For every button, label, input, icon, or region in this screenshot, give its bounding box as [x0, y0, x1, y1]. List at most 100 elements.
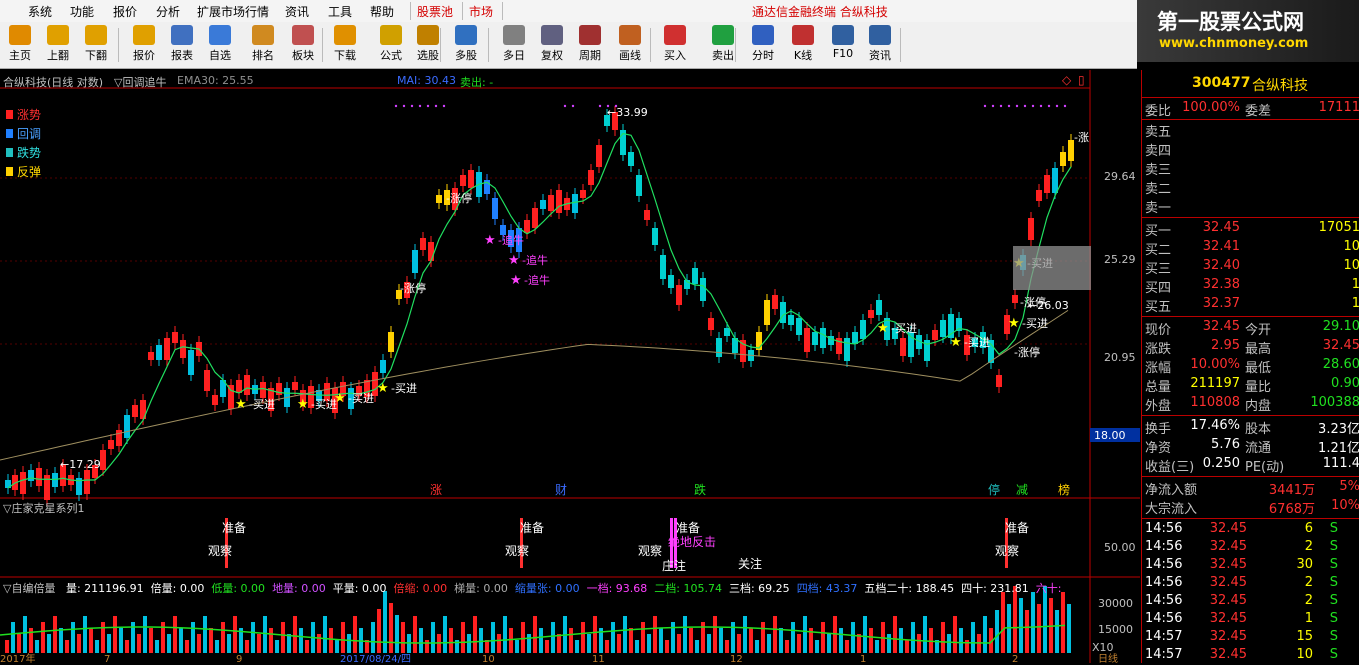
ask-row[interactable]: 卖一	[1142, 197, 1359, 216]
toolbar-button-buy[interactable]: 买入	[655, 24, 695, 66]
toolbar-button-home[interactable]: 主页	[0, 24, 40, 66]
toolbar-button-arrow-down[interactable]: 下翻	[76, 24, 116, 66]
stat-label: 流通	[1245, 441, 1272, 456]
kline-chart[interactable]: 29.6425.2920.9518.00←33.99←17.29←26.03★ -…	[0, 70, 1140, 663]
volume-bar	[815, 640, 819, 653]
ask-label: 卖三	[1145, 163, 1172, 178]
volume-bar	[773, 616, 777, 653]
panel3-title[interactable]: ▽自编倍量	[3, 582, 55, 595]
toolbar-button-kline[interactable]: K线	[783, 24, 823, 66]
panel2-label: 准备	[520, 521, 544, 535]
indicator-name[interactable]: ▽回调追牛	[114, 74, 166, 90]
toolbar-button-restore[interactable]: 复权	[532, 24, 572, 66]
toolbar-label: 卖出	[712, 49, 734, 62]
toolbar-button-news[interactable]: 资讯	[860, 24, 900, 66]
menu-divider	[462, 2, 463, 20]
candle-body	[644, 210, 650, 220]
ask-label: 卖二	[1145, 182, 1172, 197]
quote-stat-row: 总量 211197 量比 0.90	[1142, 376, 1359, 395]
menu-help[interactable]: 帮助	[370, 3, 394, 20]
candle-body	[556, 190, 562, 213]
toolbar-button-select[interactable]: 选股	[408, 24, 448, 66]
stat-value: 100388	[1310, 395, 1359, 410]
bid-label: 买三	[1145, 262, 1172, 277]
volume-bar	[971, 622, 975, 653]
menu-tools[interactable]: 工具	[328, 3, 352, 20]
candle-body	[596, 145, 602, 167]
menu-function[interactable]: 功能	[70, 3, 94, 20]
toolbar-button-formula[interactable]: 公式	[371, 24, 411, 66]
sell-signal: 卖出: -	[460, 76, 494, 89]
volume-bar	[569, 628, 573, 653]
ask-row[interactable]: 卖四	[1142, 140, 1359, 159]
divider	[1142, 415, 1359, 416]
toolbar-button-f10[interactable]: F10	[823, 24, 863, 66]
quote-stat-row: 收益(三) 0.250 PE(动) 111.4	[1142, 456, 1359, 475]
diamond-icon[interactable]: ◇	[1062, 73, 1071, 87]
menu-system[interactable]: 系统	[28, 3, 52, 20]
toolbar-label: F10	[832, 47, 854, 60]
ask-row[interactable]: 卖五	[1142, 121, 1359, 140]
candle-body	[772, 295, 778, 309]
toolbar-button-arrow-up[interactable]: 上翻	[38, 24, 78, 66]
bid-row[interactable]: 买一 32.45 17051	[1142, 220, 1359, 239]
tick-side: S	[1329, 629, 1338, 644]
panel2-title[interactable]: ▽庄家克星系列1	[3, 500, 84, 516]
sell-icon	[712, 25, 734, 45]
toolbar-button-multi[interactable]: 多股	[446, 24, 486, 66]
tick-volume: 30	[1296, 557, 1313, 572]
flow-label: 大宗流入	[1145, 502, 1198, 517]
signal-dot	[402, 104, 406, 108]
expand-icon[interactable]: ▯	[1078, 73, 1085, 87]
f8-icon	[579, 25, 601, 45]
toolbar-button-report[interactable]: 报表	[162, 24, 202, 66]
tab-stock-pool[interactable]: 股票池	[417, 3, 453, 20]
toolbar-button-minute[interactable]: 分时	[743, 24, 783, 66]
toolbar-label: 多日	[503, 49, 525, 62]
tab-market[interactable]: 市场	[469, 3, 493, 20]
panel2-label: 准备	[222, 521, 246, 535]
volume-bar	[641, 622, 645, 653]
ask-row[interactable]: 卖三	[1142, 159, 1359, 178]
toolbar-button-grid[interactable]: 板块	[283, 24, 323, 66]
volume-bar	[515, 640, 519, 653]
candle-body	[764, 300, 770, 325]
bid-row[interactable]: 买五 32.37 1	[1142, 296, 1359, 315]
divider	[1142, 97, 1359, 98]
toolbar-button-clock[interactable]: 多日	[494, 24, 534, 66]
mai-value: MAI: 30.43	[397, 74, 456, 87]
tick-volume: 2	[1304, 539, 1313, 554]
toolbar-button-sell[interactable]: 卖出	[703, 24, 743, 66]
stat-label: 现价	[1145, 323, 1172, 338]
toolbar-button-rank[interactable]: 排名	[243, 24, 283, 66]
toolbar-button-yen[interactable]: 报价	[124, 24, 164, 66]
buy-star-icon: ★	[297, 397, 309, 412]
volume-bar	[251, 622, 255, 653]
ask-row[interactable]: 卖二	[1142, 178, 1359, 197]
toolbar-button-draw[interactable]: 画线	[610, 24, 650, 66]
menu-quote[interactable]: 报价	[113, 3, 137, 20]
candle-body	[108, 440, 114, 449]
candle-body	[388, 332, 394, 352]
candle-body	[172, 332, 178, 343]
menu-news[interactable]: 资讯	[285, 3, 309, 20]
volume-bar	[269, 628, 273, 653]
menu-analysis[interactable]: 分析	[156, 3, 180, 20]
candle-body	[540, 200, 546, 209]
candle-body	[844, 338, 850, 361]
toolbar-button-download[interactable]: 下载	[325, 24, 365, 66]
toolbar-button-f6[interactable]: 自选	[200, 24, 240, 66]
panel2-label: 准备	[1005, 521, 1029, 535]
tick-time: 14:56	[1145, 521, 1183, 536]
volume-bar	[767, 634, 771, 653]
f6-icon	[209, 25, 231, 45]
toolbar-label: 画线	[619, 49, 641, 62]
bid-row[interactable]: 买四 32.38 1	[1142, 277, 1359, 296]
volume-bar	[755, 640, 759, 653]
menu-extended-market[interactable]: 扩展市场行情	[197, 3, 269, 20]
candle-body	[1052, 168, 1058, 193]
toolbar-button-f8[interactable]: 周期	[570, 24, 610, 66]
bid-row[interactable]: 买二 32.41 10	[1142, 239, 1359, 258]
volume-stat: 缩量张: 0.00	[514, 582, 580, 595]
bid-row[interactable]: 买三 32.40 10	[1142, 258, 1359, 277]
